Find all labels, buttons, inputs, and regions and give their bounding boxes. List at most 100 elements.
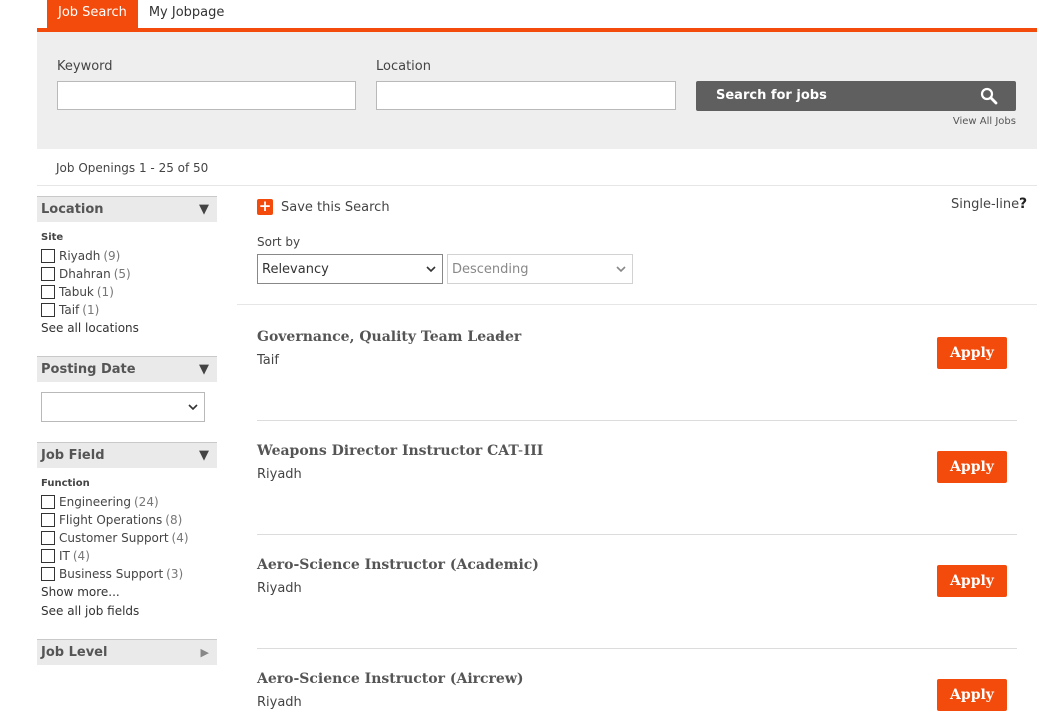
- tab-my-jobpage[interactable]: My Jobpage: [138, 0, 236, 28]
- keyword-label: Keyword: [57, 59, 113, 74]
- facet-item-label: Engineering: [59, 495, 131, 509]
- sort-order-value: Descending: [452, 262, 529, 277]
- save-search-label: Save this Search: [281, 199, 390, 215]
- job-location: Riyadh: [257, 467, 302, 482]
- job-title-link[interactable]: Weapons Director Instructor CAT III: [257, 443, 543, 459]
- job-location: Taif: [257, 353, 279, 368]
- checkbox[interactable]: [41, 495, 55, 509]
- facet-title: Location: [41, 202, 104, 217]
- view-all-jobs-link[interactable]: View All Jobs: [953, 116, 1016, 127]
- facet-item-count: (8): [165, 513, 183, 527]
- single-line-toggle[interactable]: Single-line: [951, 197, 1019, 212]
- plus-icon: +: [257, 197, 273, 215]
- facet-header-job-field[interactable]: Job Field ▼: [37, 442, 217, 468]
- sort-order-select[interactable]: Descending: [447, 254, 633, 284]
- sort-field-select[interactable]: Relevancy: [257, 254, 443, 284]
- apply-button[interactable]: Apply: [937, 337, 1007, 369]
- facet-item-label: Dhahran: [59, 267, 111, 281]
- triangle-down-icon: ▼: [199, 448, 209, 463]
- job-title-separator: -: [498, 329, 504, 345]
- search-button-label: Search for jobs: [716, 88, 827, 103]
- search-icon: [980, 87, 998, 105]
- posting-date-select[interactable]: [41, 392, 205, 422]
- facet-item-riyadh[interactable]: Riyadh (9): [41, 248, 120, 264]
- facet-item-label: Tabuk: [59, 285, 94, 299]
- checkbox[interactable]: [41, 567, 55, 581]
- checkbox[interactable]: [41, 303, 55, 317]
- checkbox[interactable]: [41, 531, 55, 545]
- job-location: Riyadh: [257, 695, 302, 710]
- location-input[interactable]: [376, 81, 676, 110]
- job-title-separator: -: [518, 443, 524, 459]
- facet-item-dhahran[interactable]: Dhahran (5): [41, 266, 131, 282]
- job-title-separator: -: [513, 557, 519, 573]
- summary-divider: [37, 185, 1037, 186]
- job-title-link[interactable]: Aero-Science Instructor (Aircrew): [257, 671, 524, 687]
- job-divider: [257, 648, 1017, 649]
- facet-title: Posting Date: [41, 362, 136, 377]
- facet-item-count: (4): [72, 549, 90, 563]
- facet-item-label: Taif: [59, 303, 80, 317]
- results-summary: Job Openings 1 - 25 of 50: [56, 161, 209, 175]
- triangle-right-icon: ▶: [200, 646, 209, 659]
- show-more-link[interactable]: Show more...: [41, 585, 120, 599]
- see-all-job-fields-link[interactable]: See all job fields: [41, 604, 139, 618]
- facet-item-count: (24): [134, 495, 159, 509]
- sort-field-value: Relevancy: [262, 262, 329, 277]
- top-tabs: Job Search My Jobpage: [47, 0, 235, 28]
- facet-item-count: (5): [113, 267, 131, 281]
- search-for-jobs-button[interactable]: Search for jobs: [696, 81, 1016, 111]
- apply-button[interactable]: Apply: [937, 451, 1007, 483]
- facet-item-tabuk[interactable]: Tabuk (1): [41, 284, 114, 300]
- sort-divider: [237, 304, 1037, 305]
- checkbox[interactable]: [41, 513, 55, 527]
- job-title-link[interactable]: Governance, Quality Team Leader: [257, 329, 521, 345]
- facet-item-engineering[interactable]: Engineering (24): [41, 494, 159, 510]
- facet-item-label: Flight Operations: [59, 513, 163, 527]
- sort-by-label: Sort by: [257, 235, 301, 249]
- facet-item-count: (1): [82, 303, 100, 317]
- checkbox[interactable]: [41, 285, 55, 299]
- facet-item-count: (1): [96, 285, 114, 299]
- help-icon[interactable]: ?: [1019, 196, 1027, 212]
- checkbox[interactable]: [41, 267, 55, 281]
- job-title-link[interactable]: Aero-Science Instructor (Academic): [257, 557, 539, 573]
- facet-item-label: Business Support: [59, 567, 164, 581]
- facet-item-business-support[interactable]: Business Support (3): [41, 566, 183, 582]
- facet-item-customer-support[interactable]: Customer Support (4): [41, 530, 189, 546]
- facet-header-posting-date[interactable]: Posting Date ▼: [37, 356, 217, 382]
- apply-button[interactable]: Apply: [937, 565, 1007, 597]
- triangle-down-icon: ▼: [199, 202, 209, 217]
- facet-header-location[interactable]: Location ▼: [37, 196, 217, 222]
- triangle-down-icon: ▼: [199, 362, 209, 377]
- facet-item-count: (9): [103, 249, 121, 263]
- save-search-button[interactable]: + Save this Search: [257, 199, 390, 215]
- facet-item-label: IT: [59, 549, 70, 563]
- facet-title: Job Level: [41, 645, 108, 660]
- tab-job-search[interactable]: Job Search: [47, 0, 138, 28]
- facet-sub-site: Site: [41, 232, 64, 243]
- job-divider: [257, 420, 1017, 421]
- chevron-down-icon: [426, 266, 436, 273]
- facet-sub-function: Function: [41, 478, 90, 489]
- facet-item-label: Riyadh: [59, 249, 101, 263]
- chevron-down-icon: [616, 266, 626, 273]
- search-panel: Keyword Location Search for jobs View Al…: [37, 32, 1037, 149]
- facet-header-job-level[interactable]: Job Level ▶: [37, 639, 217, 665]
- job-location: Riyadh: [257, 581, 302, 596]
- checkbox[interactable]: [41, 549, 55, 563]
- facet-item-flight-operations[interactable]: Flight Operations (8): [41, 512, 182, 528]
- facet-item-it[interactable]: IT (4): [41, 548, 90, 564]
- facet-title: Job Field: [41, 448, 105, 463]
- chevron-down-icon: [188, 404, 198, 411]
- location-label: Location: [376, 59, 431, 74]
- job-title-separator: -: [499, 671, 505, 687]
- see-all-locations-link[interactable]: See all locations: [41, 321, 139, 335]
- keyword-input[interactable]: [57, 81, 356, 110]
- facet-item-count: (3): [166, 567, 184, 581]
- facet-item-label: Customer Support: [59, 531, 169, 545]
- facet-item-taif[interactable]: Taif (1): [41, 302, 99, 318]
- checkbox[interactable]: [41, 249, 55, 263]
- apply-button[interactable]: Apply: [937, 679, 1007, 711]
- job-divider: [257, 534, 1017, 535]
